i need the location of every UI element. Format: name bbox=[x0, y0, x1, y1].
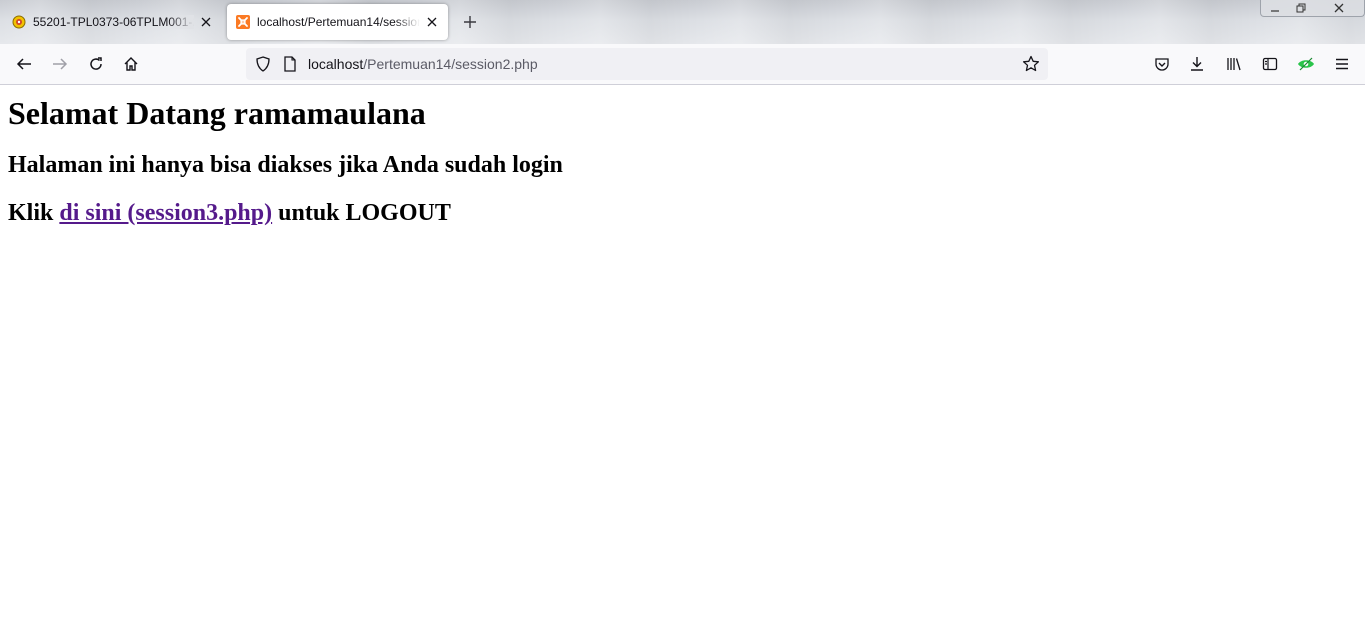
url-path: /Pertemuan14/session2.php bbox=[363, 56, 538, 72]
downloads-icon[interactable] bbox=[1185, 52, 1209, 76]
logout-prefix: Klik bbox=[8, 200, 60, 226]
url-text[interactable]: localhost/Pertemuan14/session2.php bbox=[308, 56, 538, 72]
page-content: Selamat Datang ramamaulana Halaman ini h… bbox=[0, 85, 1365, 630]
tracking-shield-icon[interactable] bbox=[254, 55, 272, 73]
url-host: localhost bbox=[308, 56, 364, 72]
logout-suffix: untuk LOGOUT bbox=[272, 200, 451, 226]
tab-session2[interactable]: localhost/Pertemuan14/session2.php bbox=[227, 4, 448, 40]
tab-strip: 55201-TPL0373-06TPLM001-2021 localhost/P… bbox=[0, 0, 1365, 44]
minimize-icon[interactable] bbox=[1262, 0, 1288, 16]
xampp-favicon-icon bbox=[236, 15, 250, 29]
tab-close-icon[interactable] bbox=[198, 14, 214, 30]
page-subheading: Halaman ini hanya bisa diakses jika Anda… bbox=[8, 152, 563, 178]
back-arrow-icon[interactable] bbox=[12, 52, 36, 76]
extension-eye-icon[interactable] bbox=[1294, 52, 1318, 76]
navigation-toolbar: localhost/Pertemuan14/session2.php bbox=[0, 44, 1365, 85]
menu-icon[interactable] bbox=[1330, 52, 1354, 76]
tab-title: 55201-TPL0373-06TPLM001-2021 bbox=[33, 15, 194, 29]
window-close-icon[interactable] bbox=[1314, 0, 1364, 16]
page-info-icon[interactable] bbox=[282, 56, 298, 72]
page-heading: Selamat Datang ramamaulana bbox=[8, 95, 426, 131]
tab-moodle[interactable]: 55201-TPL0373-06TPLM001-2021 bbox=[0, 4, 222, 40]
library-icon[interactable] bbox=[1222, 52, 1246, 76]
moodle-favicon-icon bbox=[12, 15, 26, 29]
tab-close-icon[interactable] bbox=[424, 14, 440, 30]
forward-arrow-icon[interactable] bbox=[48, 52, 72, 76]
pocket-icon[interactable] bbox=[1150, 52, 1174, 76]
address-bar[interactable]: localhost/Pertemuan14/session2.php bbox=[246, 48, 1048, 80]
restore-icon[interactable] bbox=[1288, 0, 1314, 16]
sidebar-icon[interactable] bbox=[1258, 52, 1282, 76]
home-icon[interactable] bbox=[119, 52, 143, 76]
bookmark-star-icon[interactable] bbox=[1022, 55, 1040, 73]
new-tab-icon[interactable] bbox=[460, 12, 480, 32]
logout-line: Klik di sini (session3.php) untuk LOGOUT bbox=[8, 199, 451, 227]
logout-link[interactable]: di sini (session3.php) bbox=[59, 200, 272, 226]
reload-icon[interactable] bbox=[84, 52, 108, 76]
tab-title: localhost/Pertemuan14/session2.php bbox=[257, 15, 420, 29]
